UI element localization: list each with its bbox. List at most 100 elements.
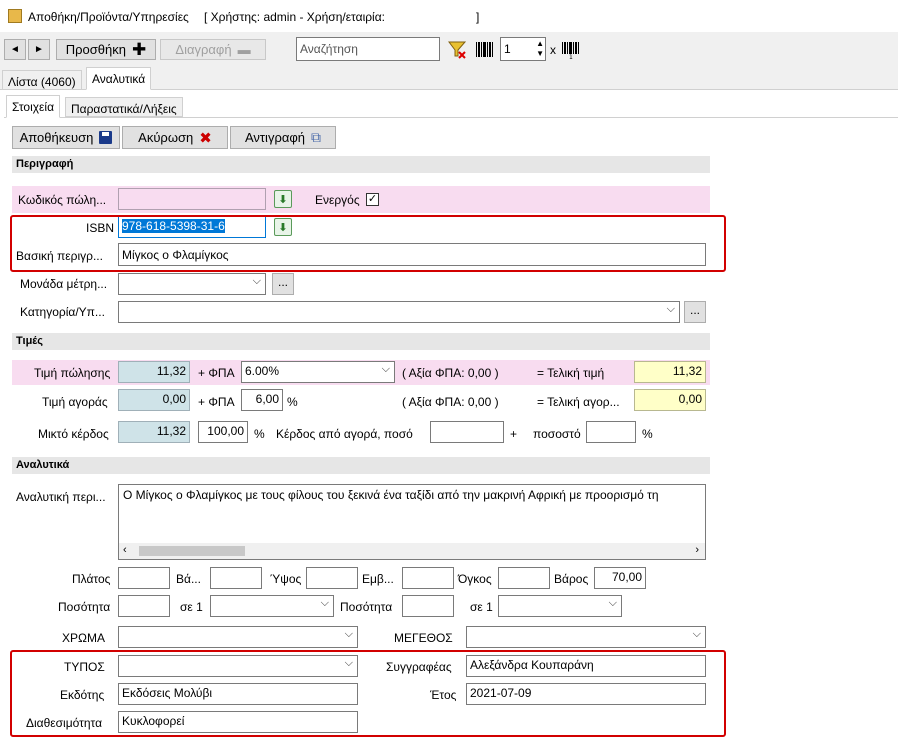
qty-input[interactable] (118, 595, 170, 617)
gross-profit-label: Μικτό κέρδος (38, 427, 109, 441)
scroll-left-icon[interactable]: ‹ (123, 544, 127, 556)
basic-desc-label: Βασική περιγρ... (16, 249, 103, 263)
weight-label: Βάρος (554, 572, 589, 586)
next-record-button[interactable]: ► (28, 39, 50, 60)
buy-vat-percent: % (287, 395, 298, 409)
tab-documents[interactable]: Παραστατικά/Λήξεις (65, 97, 183, 117)
category-more-button[interactable]: ... (684, 301, 706, 323)
area-input[interactable] (402, 567, 454, 589)
availability-input[interactable]: Κυκλοφορεί (118, 711, 358, 733)
subtab-divider (4, 117, 898, 118)
profit-percent-sign: % (642, 427, 653, 441)
unit-more-button[interactable]: ... (272, 273, 294, 295)
profit-amount-input[interactable] (430, 421, 504, 443)
clear-filter-icon[interactable] (446, 39, 468, 60)
gross-profit-input[interactable]: 11,32 (118, 421, 190, 443)
ba-input[interactable] (210, 567, 262, 589)
tab-details[interactable]: Αναλυτικά (86, 67, 152, 90)
publisher-label: Εκδότης (60, 688, 105, 702)
scroll-thumb[interactable] (139, 546, 245, 556)
basic-desc-input[interactable]: Μίγκος ο Φλαμίγκος (118, 243, 706, 266)
volume-label: Όγκος (458, 572, 492, 586)
scroll-right-icon[interactable]: › (695, 544, 699, 556)
size-select[interactable]: ⌵ (466, 626, 706, 648)
barcode-icon[interactable] (474, 39, 496, 60)
year-input[interactable]: 2021-07-09 (466, 683, 706, 705)
user-info-end: ] (476, 10, 480, 24)
vat-select[interactable]: 6.00% ⌵ (241, 361, 395, 383)
qty2-label: Ποσότητα (340, 600, 393, 614)
cancel-button-label: Ακύρωση (138, 130, 194, 145)
delete-button[interactable]: Διαγραφή ▬ (160, 39, 266, 60)
chevron-down-icon: ⌵ (381, 363, 390, 375)
buy-price-label: Τιμή αγοράς (42, 395, 108, 409)
copy-button-label: Αντιγραφή (244, 130, 306, 145)
chevron-down-icon: ⌵ (252, 275, 261, 287)
tab-list[interactable]: Λίστα (4060) (2, 70, 82, 90)
user-info: [ Χρήστης: admin - Χρήση/εταιρία: (204, 10, 385, 24)
unit-select[interactable]: ⌵ (118, 273, 266, 295)
active-checkbox[interactable]: ✓ (366, 193, 379, 206)
save-button-label: Αποθήκευση (19, 130, 94, 145)
buy-vat-input[interactable]: 6,00 (241, 389, 283, 411)
publisher-input[interactable]: Εκδόσεις Μολύβι (118, 683, 358, 705)
cancel-button[interactable]: Ακύρωση ✖ (122, 126, 228, 149)
sale-price-input[interactable]: 11,32 (118, 361, 190, 383)
add-button-label: Προσθήκη (65, 42, 126, 57)
category-select[interactable]: ⌵ (118, 301, 680, 323)
color-select[interactable]: ⌵ (118, 626, 358, 648)
detailed-desc-textarea[interactable]: Ο Μίγκος ο Φλαμίγκος με τους φίλους του … (118, 484, 706, 560)
type-label: ΤΥΠΟΣ (64, 660, 105, 674)
height-input[interactable] (306, 567, 358, 589)
size-label: ΜΕΓΕΘΟΣ (394, 631, 453, 645)
final-price-input[interactable]: 11,32 (634, 361, 706, 383)
horizontal-scrollbar[interactable]: ‹ › (119, 543, 705, 559)
sale-price-label: Τιμή πώλησης (34, 366, 111, 380)
buy-price-input[interactable]: 0,00 (118, 389, 190, 411)
width-input[interactable] (118, 567, 170, 589)
type-select[interactable]: ⌵ (118, 655, 358, 677)
chevron-down-icon: ⌵ (666, 303, 675, 315)
save-button[interactable]: Αποθήκευση (12, 126, 120, 149)
red-x-icon: ✖ (199, 129, 212, 147)
download-icon[interactable]: ⬇ (274, 190, 292, 208)
sale-code-row (12, 186, 710, 213)
app-icon (8, 9, 22, 23)
tab-info[interactable]: Στοιχεία (6, 95, 61, 118)
volume-input[interactable] (498, 567, 550, 589)
sale-code-input[interactable] (118, 188, 266, 210)
spin-arrows-icon[interactable]: ▲ ▼ (536, 39, 544, 59)
weight-input[interactable]: 70,00 (594, 567, 646, 589)
isbn-download-icon[interactable]: ⬇ (274, 218, 292, 236)
category-label: Κατηγορία/Υπ... (20, 305, 105, 319)
copy-icon: ⧉ (311, 129, 322, 145)
se1b-label: σε 1 (470, 600, 493, 614)
chevron-down-icon: ⌵ (344, 628, 353, 640)
analytics-section-header: Αναλυτικά (12, 457, 710, 474)
profit-percent-input[interactable] (586, 421, 636, 443)
author-input[interactable]: Αλεξάνδρα Κουπαράνη (466, 655, 706, 677)
add-button[interactable]: Προσθήκη ✚ (56, 39, 156, 60)
area-label: Εμβ... (362, 572, 394, 586)
floppy-icon (99, 131, 113, 144)
se1-label: σε 1 (180, 600, 203, 614)
barcode-print-icon[interactable]: 1 (560, 39, 582, 61)
qty2-input[interactable] (402, 595, 454, 617)
buy-plus-vat-label: + ΦΠΑ (198, 395, 235, 409)
qty-unit-select[interactable]: ⌵ (210, 595, 334, 617)
final-price-label: = Τελική τιμή (537, 366, 605, 380)
title-bar: Αποθήκη/Προϊόντα/Υπηρεσίες [ Χρήστης: ad… (0, 0, 898, 32)
minus-icon: ▬ (237, 42, 251, 57)
buy-final-input[interactable]: 0,00 (634, 389, 706, 411)
search-input[interactable]: Αναζήτηση (296, 37, 440, 61)
quantity-stepper[interactable]: 1 ▲ ▼ (500, 37, 546, 61)
qty2-unit-select[interactable]: ⌵ (498, 595, 622, 617)
prev-record-button[interactable]: ◄ (4, 39, 26, 60)
ba-label: Βά... (176, 572, 201, 586)
isbn-input[interactable]: 978-618-5398-31-6 (118, 216, 266, 238)
plus-vat-label: + ΦΠΑ (198, 366, 235, 380)
gross-pct-input[interactable]: 100,00 (198, 421, 248, 443)
vat-value-label: ( Αξία ΦΠΑ: 0,00 ) (402, 366, 499, 380)
svg-text:1: 1 (569, 54, 573, 60)
copy-button[interactable]: Αντιγραφή ⧉ (230, 126, 336, 149)
